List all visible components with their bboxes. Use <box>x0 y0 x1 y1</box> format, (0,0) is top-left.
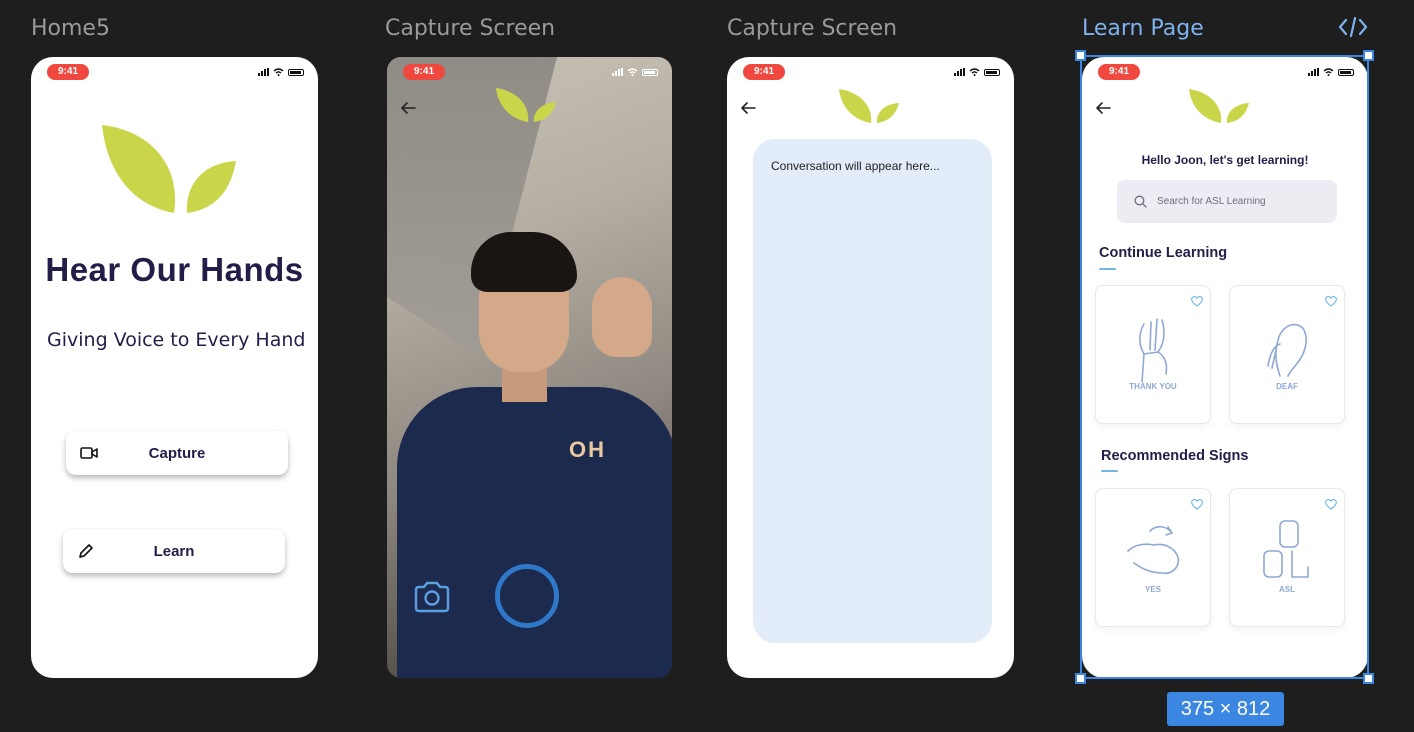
status-bar: 9:41 <box>47 64 304 80</box>
status-bar: 9:41 <box>1098 64 1354 80</box>
back-arrow-icon[interactable] <box>739 99 757 117</box>
frame-label-capture-convo[interactable]: Capture Screen <box>727 16 897 41</box>
heart-icon[interactable] <box>1324 294 1338 308</box>
recommended-signs-heading: Recommended Signs <box>1101 448 1249 464</box>
learn-frame[interactable]: 9:41 Hello Joon, let's get learning! Sea… <box>1082 57 1368 678</box>
capture-camera-frame[interactable]: OH 9:41 <box>387 57 672 678</box>
card-caption: YES <box>1144 585 1161 594</box>
sign-card-yes[interactable]: YES <box>1095 488 1211 627</box>
heart-icon[interactable] <box>1324 497 1338 511</box>
section-underline <box>1101 470 1118 472</box>
signal-icon <box>954 68 965 76</box>
section-underline <box>1099 268 1116 270</box>
signal-icon <box>1308 68 1319 76</box>
card-caption: ASL <box>1279 585 1295 594</box>
heart-icon[interactable] <box>1190 497 1204 511</box>
sign-card-thank-you[interactable]: THANK YOU <box>1095 285 1211 424</box>
heart-icon[interactable] <box>1190 294 1204 308</box>
shutter-button[interactable] <box>495 564 559 628</box>
wifi-icon <box>1323 68 1334 76</box>
camera-subject-thumb <box>592 277 652 357</box>
wifi-icon <box>969 68 980 76</box>
yes-sign-icon <box>1127 525 1180 575</box>
continue-learning-heading: Continue Learning <box>1099 245 1228 261</box>
search-bar[interactable]: Search for ASL Learning <box>1117 180 1337 223</box>
leaf-logo-icon <box>102 125 236 213</box>
capture-button-label: Capture <box>148 444 206 462</box>
code-icon[interactable] <box>1338 16 1368 38</box>
frame-label-home[interactable]: Home5 <box>31 16 110 41</box>
resize-handle-bottom-left[interactable] <box>1075 673 1086 684</box>
selection-dimensions-badge: 375 × 812 <box>1167 692 1284 726</box>
frame-label-learn[interactable]: Learn Page <box>1082 16 1204 41</box>
status-bar: 9:41 <box>743 64 1000 80</box>
battery-icon <box>1338 68 1354 76</box>
back-arrow-icon[interactable] <box>399 99 417 117</box>
shirt-logo-text: OH <box>569 437 606 462</box>
home-frame[interactable]: 9:41 Hear Our Hands Giving Voice to Ever… <box>31 57 318 678</box>
signal-icon <box>258 68 269 76</box>
learn-button-label: Learn <box>153 542 195 560</box>
resize-handle-top-right[interactable] <box>1363 50 1374 61</box>
camera-icon[interactable] <box>413 581 451 613</box>
leaf-logo-icon <box>839 89 899 123</box>
signal-icon <box>612 68 623 76</box>
battery-icon <box>288 68 304 76</box>
camera-subject-hair <box>471 232 577 292</box>
leaf-logo-icon <box>1189 89 1249 123</box>
greeting-text: Hello Joon, let's get learning! <box>1141 153 1309 167</box>
status-time: 9:41 <box>743 64 786 80</box>
leaf-logo-icon <box>496 88 556 122</box>
asl-sign-icon <box>1263 520 1309 578</box>
wifi-icon <box>273 68 284 76</box>
status-time: 9:41 <box>403 64 446 80</box>
status-time: 9:41 <box>1098 64 1141 80</box>
status-time: 9:41 <box>47 64 90 80</box>
resize-handle-bottom-right[interactable] <box>1363 673 1374 684</box>
frame-label-capture-camera[interactable]: Capture Screen <box>385 16 555 41</box>
capture-button[interactable]: Capture <box>66 431 288 475</box>
battery-icon <box>642 68 658 76</box>
thank-you-sign-icon <box>1139 318 1168 383</box>
learn-button[interactable]: Learn <box>63 529 285 573</box>
back-arrow-icon[interactable] <box>1094 99 1112 117</box>
app-title: Hear Our Hands <box>45 251 304 288</box>
camera-subject-shirt: OH <box>397 387 672 678</box>
search-icon <box>1134 195 1147 208</box>
card-caption: THANK YOU <box>1129 382 1177 391</box>
app-subtitle: Giving Voice to Every Hand <box>47 329 306 351</box>
card-caption: DEAF <box>1276 382 1298 391</box>
search-input[interactable]: Search for ASL Learning <box>1157 196 1266 207</box>
wifi-icon <box>627 68 638 76</box>
video-camera-icon <box>80 447 98 459</box>
resize-handle-top-left[interactable] <box>1075 50 1086 61</box>
conversation-placeholder: Conversation will appear here... <box>771 159 940 173</box>
pencil-icon <box>79 544 93 558</box>
battery-icon <box>984 68 1000 76</box>
conversation-panel[interactable]: Conversation will appear here... <box>753 139 992 643</box>
capture-convo-frame[interactable]: 9:41 Conversation will appear here... <box>727 57 1014 678</box>
deaf-sign-icon <box>1267 323 1307 377</box>
sign-card-deaf[interactable]: DEAF <box>1229 285 1345 424</box>
status-bar: 9:41 <box>403 64 658 80</box>
sign-card-asl[interactable]: ASL <box>1229 488 1345 627</box>
